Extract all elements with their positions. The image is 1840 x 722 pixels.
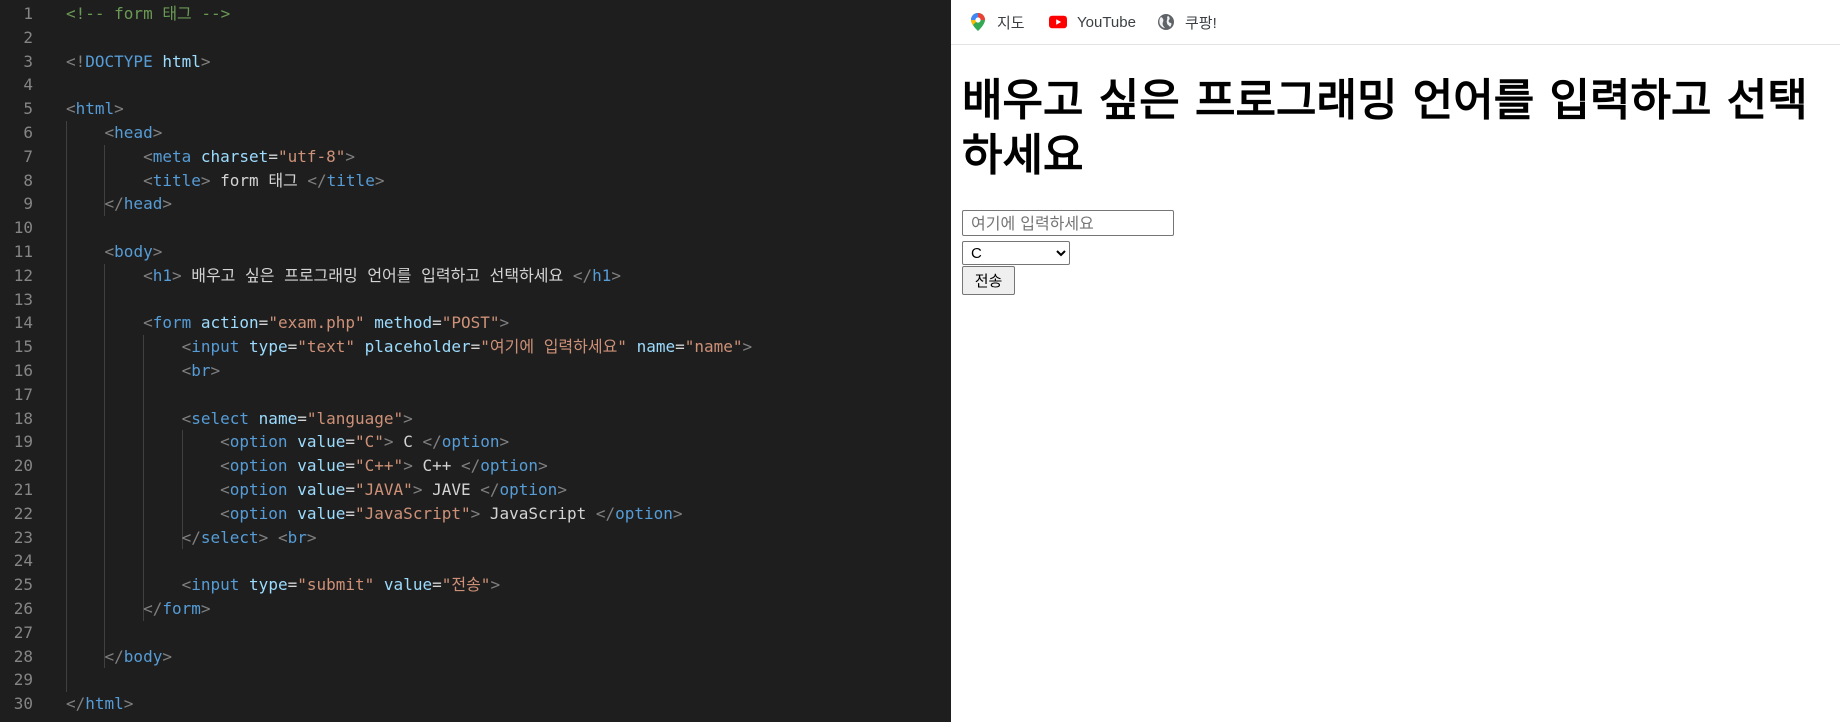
line-number: 17 xyxy=(13,384,33,404)
code-line[interactable]: 16 <br> xyxy=(0,359,951,383)
code-text: <input type="text" placeholder="여기에 입력하세… xyxy=(181,337,753,357)
code-text: </html> xyxy=(66,694,134,714)
line-number: 27 xyxy=(13,622,33,642)
code-line[interactable]: 12 <h1> 배우고 싶은 프로그래밍 언어를 입력하고 선택하세요 </h1… xyxy=(0,264,951,288)
code-line[interactable]: 20 <option value="C++"> C++ </option> xyxy=(0,454,951,478)
line-number: 13 xyxy=(13,289,33,309)
line-number: 12 xyxy=(13,265,33,285)
line-number: 19 xyxy=(13,432,33,452)
line-number: 23 xyxy=(13,527,33,547)
code-editor[interactable]: 1 <!-- form 태그 --> 2 3 <!DOCTYPE html> 4 5 <htm… xyxy=(0,0,951,722)
code-text: </form> xyxy=(143,599,211,618)
line-number: 5 xyxy=(23,99,33,119)
line-number: 30 xyxy=(13,694,33,714)
line-number: 15 xyxy=(13,337,33,357)
code-text: <input type="submit" value="전송"> xyxy=(181,575,501,595)
line-number: 8 xyxy=(23,170,33,190)
line-number: 24 xyxy=(13,551,33,571)
line-number: 28 xyxy=(13,646,33,666)
maps-pin-icon xyxy=(969,13,987,31)
code-line[interactable]: 13 xyxy=(0,288,951,312)
code-text: </select> <br> xyxy=(181,527,317,547)
code-line[interactable]: 26 </form> xyxy=(0,597,951,621)
bookmark-label: 지도 xyxy=(997,14,1025,32)
code-text: <option value="C"> C </option> xyxy=(220,432,510,452)
code-line[interactable]: 24 xyxy=(0,549,951,573)
code-line[interactable]: 10 xyxy=(0,216,951,240)
page-heading: 배우고 싶은 프로그래밍 언어를 입력하고 선택하세요 xyxy=(962,75,1808,181)
code-line[interactable]: 9 </head> xyxy=(0,192,951,216)
line-number: 1 xyxy=(23,4,33,23)
line-number: 6 xyxy=(23,123,33,142)
code-text: <!-- form 태그 --> xyxy=(66,4,231,23)
code-line[interactable]: 4 xyxy=(0,73,951,97)
bookmark-youtube[interactable]: YouTube xyxy=(1049,10,1136,34)
language-select[interactable]: C C++ JAVE JavaScript xyxy=(962,241,1070,265)
code-line[interactable]: 1 <!-- form 태그 --> xyxy=(0,2,951,26)
submit-button[interactable]: 전송 xyxy=(962,266,1015,295)
code-line[interactable]: 8 <title> form 태그 </title> xyxy=(0,169,951,193)
line-number: 11 xyxy=(13,242,33,261)
code-line[interactable]: 27 xyxy=(0,621,951,645)
code-text: <form action="exam.php" method="POST"> xyxy=(143,313,510,333)
bookmark-label: YouTube xyxy=(1077,13,1136,31)
line-number: 10 xyxy=(13,218,33,238)
bookmark-label: 쿠팡! xyxy=(1185,14,1217,32)
code-line[interactable]: 15 <input type="text" placeholder="여기에 입… xyxy=(0,335,951,359)
code-text: <html> xyxy=(66,99,124,119)
line-number: 4 xyxy=(23,75,33,95)
line-number: 3 xyxy=(23,51,33,71)
code-text: <option value="JavaScript"> JavaScript <… xyxy=(220,503,683,523)
code-text: <body> xyxy=(104,242,163,261)
code-text: <h1> 배우고 싶은 프로그래밍 언어를 입력하고 선택하세요 </h1> xyxy=(143,265,622,285)
code-line[interactable]: 21 <option value="JAVA"> JAVE </option> xyxy=(0,478,951,502)
line-number: 9 xyxy=(23,194,33,214)
line-number: 21 xyxy=(13,480,33,499)
bookmark-maps[interactable]: 지도 xyxy=(969,10,1025,34)
bookmark-coupang[interactable]: 쿠팡! xyxy=(1157,10,1217,34)
code-line[interactable]: 29 xyxy=(0,668,951,692)
code-text: <!DOCTYPE html> xyxy=(66,51,211,71)
globe-icon xyxy=(1157,13,1175,31)
code-line[interactable]: 17 xyxy=(0,383,951,407)
code-text: <br> xyxy=(181,361,221,380)
line-number: 2 xyxy=(23,27,33,47)
code-line[interactable]: 11 <body> xyxy=(0,240,951,264)
code-line[interactable]: 3 <!DOCTYPE html> xyxy=(0,50,951,74)
code-text: <option value="C++"> C++ </option> xyxy=(220,456,548,476)
code-line[interactable]: 22 <option value="JavaScript"> JavaScrip… xyxy=(0,502,951,526)
code-line[interactable]: 6 <head> xyxy=(0,121,951,145)
code-line[interactable]: 2 xyxy=(0,26,951,50)
code-line[interactable]: 19 <option value="C"> C </option> xyxy=(0,430,951,454)
line-number: 7 xyxy=(23,146,33,166)
code-line[interactable]: 14 <form action="exam.php" method="POST"… xyxy=(0,311,951,335)
line-number: 25 xyxy=(13,575,33,595)
code-text: <meta charset="utf-8"> xyxy=(143,146,356,166)
line-number: 18 xyxy=(13,408,33,428)
code-line[interactable]: 25 <input type="submit" value="전송"> xyxy=(0,573,951,597)
line-number: 16 xyxy=(13,361,33,380)
line-number: 20 xyxy=(13,456,33,476)
line-number: 14 xyxy=(13,313,33,333)
code-line[interactable]: 18 <select name="language"> xyxy=(0,407,951,431)
code-text: <head> xyxy=(104,123,163,142)
line-number: 29 xyxy=(13,670,33,690)
browser-window: 지도 YouTube 쿠팡! 배우고 싶은 프로그래밍 언어를 입력하고 선택하… xyxy=(951,0,1840,722)
line-number: 26 xyxy=(13,599,33,618)
code-text: <title> form 태그 </title> xyxy=(143,170,385,190)
line-number: 22 xyxy=(13,503,33,523)
code-text: <option value="JAVA"> JAVE </option> xyxy=(220,480,567,499)
code-line[interactable]: 5 <html> xyxy=(0,97,951,121)
youtube-icon xyxy=(1049,13,1067,31)
code-line[interactable]: 7 <meta charset="utf-8"> xyxy=(0,145,951,169)
code-text: <select name="language"> xyxy=(181,408,413,428)
code-text: </body> xyxy=(104,646,172,666)
bookmarks-bar: 지도 YouTube 쿠팡! xyxy=(951,0,1840,45)
code-line[interactable]: 28 </body> xyxy=(0,645,951,669)
code-line[interactable]: 23 </select> <br> xyxy=(0,526,951,550)
code-line[interactable]: 30 </html> xyxy=(0,692,951,716)
code-text: </head> xyxy=(104,194,172,214)
language-text-input[interactable] xyxy=(962,210,1174,236)
